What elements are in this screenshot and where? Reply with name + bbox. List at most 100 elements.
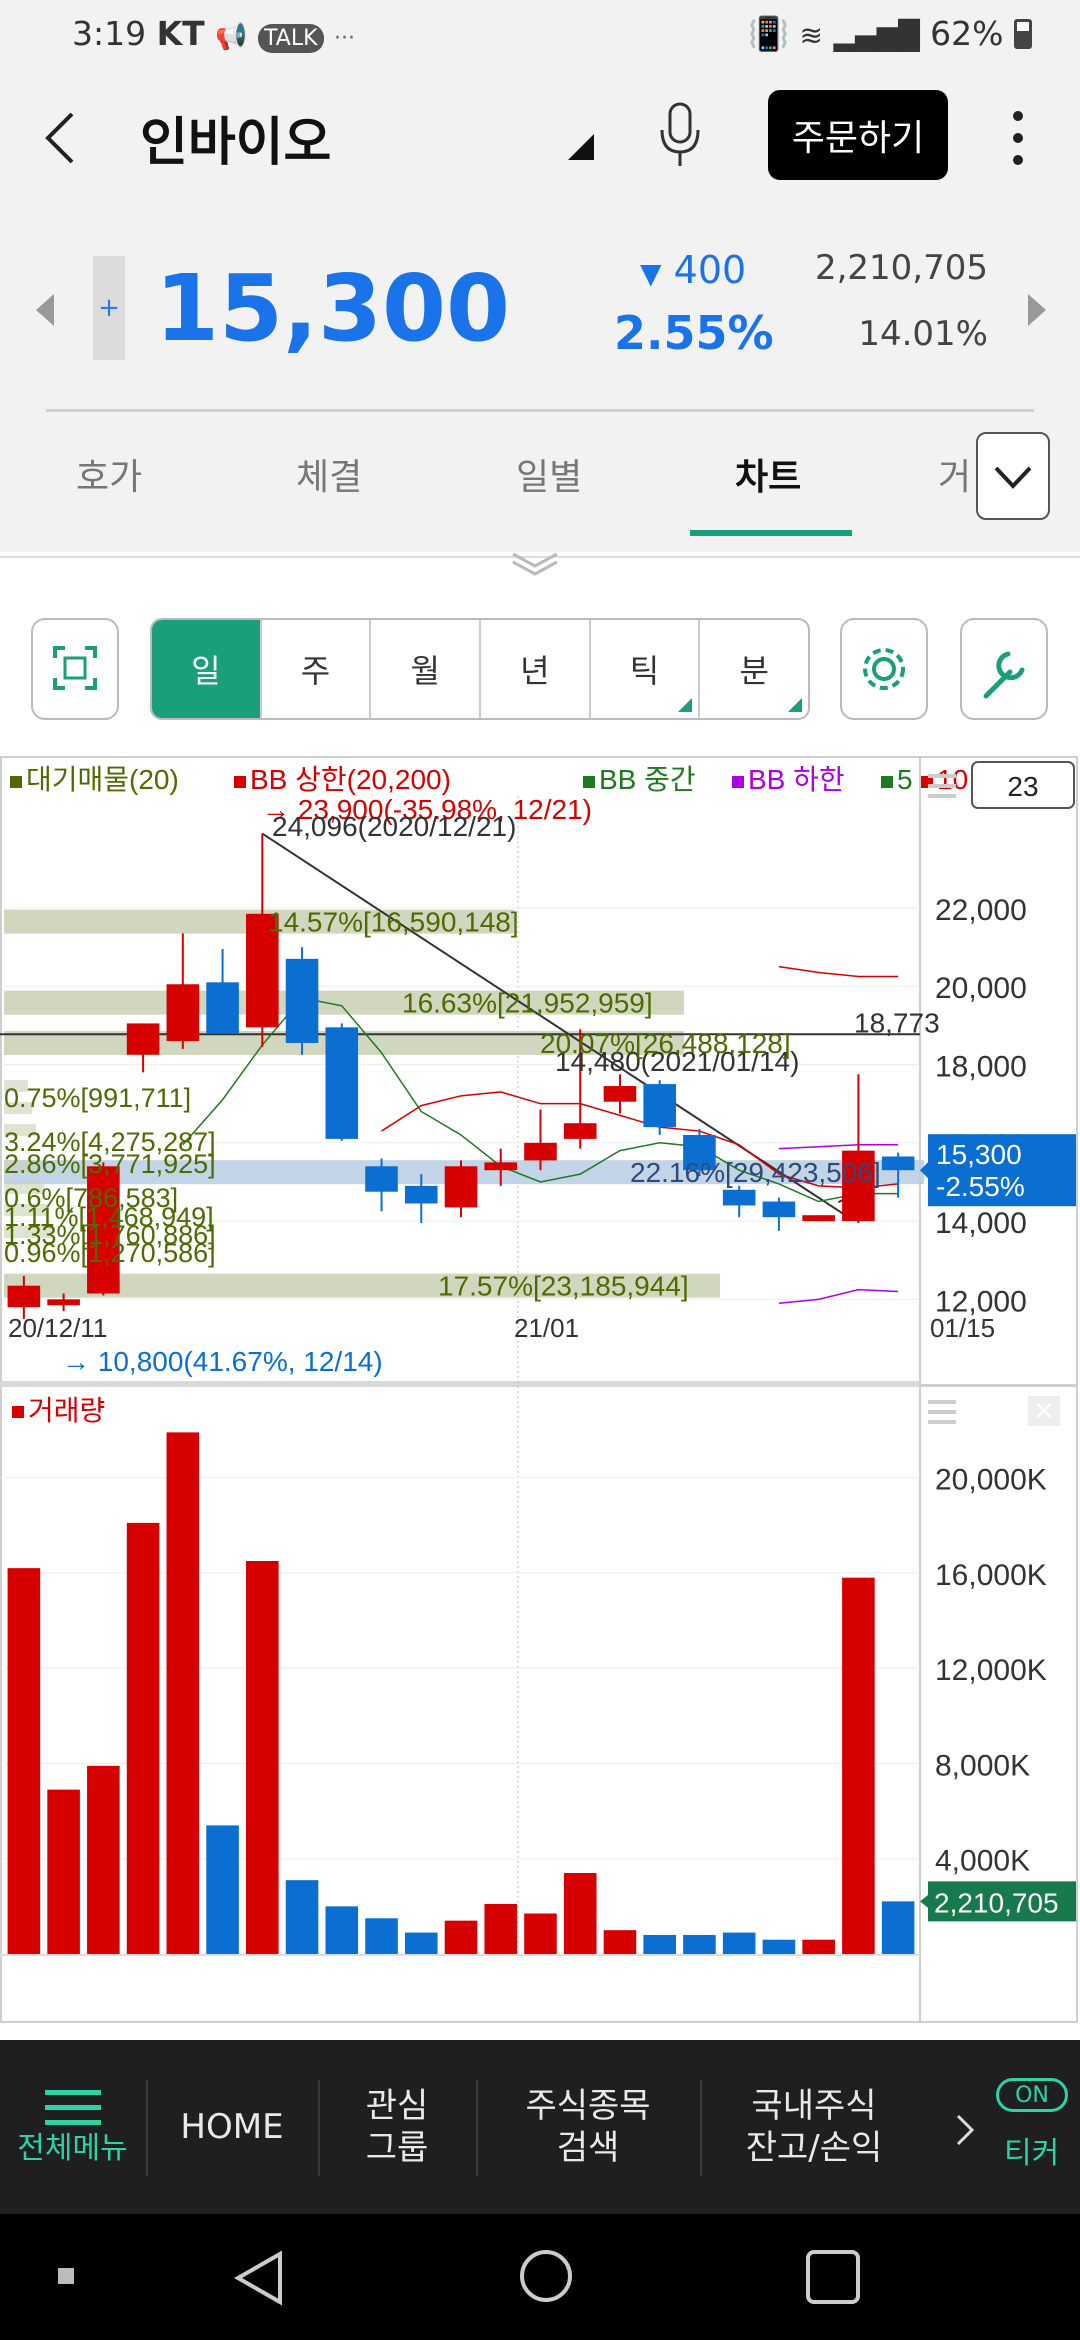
- triangle-dropdown-icon[interactable]: [566, 132, 596, 162]
- back-icon[interactable]: [40, 108, 80, 168]
- nav-home-icon[interactable]: [516, 2246, 576, 2306]
- tab-execution[interactable]: 체결: [296, 448, 362, 500]
- tabs-expand-button[interactable]: [976, 432, 1050, 520]
- volume-bar: [762, 1939, 796, 1954]
- ticker-toggle[interactable]: ON: [996, 2078, 1068, 2112]
- volume-tick-label: 16,000K: [935, 1559, 1047, 1592]
- legend-swatch: [10, 776, 22, 788]
- price-tick-label: 14,000: [935, 1207, 1027, 1240]
- period-month[interactable]: 월: [371, 620, 482, 718]
- status-bar: 3:19 KT 📢 TALK ··· 📳 ≋ ▂▄▆█ 62%: [0, 0, 1080, 72]
- period-year[interactable]: 년: [481, 620, 591, 718]
- legend-swatch: [583, 776, 595, 788]
- hamburger-icon: [44, 2090, 101, 2126]
- prev-stock-icon[interactable]: [34, 292, 58, 328]
- volume-bar: [325, 1906, 359, 1954]
- period-day[interactable]: 일: [152, 620, 262, 718]
- tab-chart[interactable]: 차트: [735, 448, 801, 500]
- bb-lower-line: [778, 1288, 899, 1305]
- legend-label: BB 하한: [748, 764, 845, 795]
- nav-recents-icon[interactable]: [804, 2248, 862, 2306]
- turnover-rate: 14.01%: [858, 314, 988, 354]
- volume-profile-label: 14.57%[16,590,148]: [268, 907, 519, 938]
- candle-body: [285, 958, 319, 1043]
- volume-bar: [285, 1880, 319, 1954]
- candle-body: [404, 1185, 438, 1204]
- volume-bar: [47, 1789, 80, 1954]
- candle-body: [166, 984, 200, 1042]
- candle-body: [524, 1142, 557, 1161]
- small-profile-label: 2.86%[3,771,925]: [4, 1149, 216, 1179]
- volume-bar: [444, 1920, 478, 1954]
- menu-watch-group[interactable]: 관심 그룹: [319, 2040, 475, 2214]
- menu-home[interactable]: HOME: [147, 2040, 317, 2214]
- change-rate: 2.55%: [614, 306, 774, 360]
- collapse-handle-icon[interactable]: [505, 548, 565, 578]
- chart-tools-button[interactable]: [960, 618, 1048, 720]
- candle-body: [126, 1023, 160, 1055]
- candle-body: [47, 1299, 80, 1306]
- menu-all[interactable]: 전체메뉴: [0, 2040, 145, 2214]
- menu-balance[interactable]: 국내주식 잔고/손익: [701, 2040, 927, 2214]
- volume-bar: [683, 1934, 716, 1954]
- volume-legend-swatch: [12, 1406, 24, 1418]
- candlestick-chart[interactable]: 22,00020,00018,00016,00014,00012,000대기매물…: [0, 756, 1080, 2026]
- volume-bar: [603, 1930, 637, 1954]
- volume-profile-label: 22.16%[29,423,506]: [630, 1157, 881, 1188]
- period-minute[interactable]: 분: [700, 620, 808, 718]
- legend-label: BB 상한(20,200): [250, 764, 451, 795]
- volume-bar: [643, 1934, 676, 1954]
- nav-dot-icon: [58, 2268, 74, 2284]
- pane-menu-icon: [928, 794, 956, 798]
- candle-body: [881, 1156, 915, 1171]
- legend-label: 10: [937, 764, 968, 795]
- tab-hoga[interactable]: 호가: [76, 448, 142, 500]
- volume-tick-label: 20,000K: [935, 1464, 1047, 1497]
- menu-ticker[interactable]: 티커: [1004, 2128, 1059, 2172]
- period-selector: 일 주 월 년 틱 분: [150, 618, 810, 720]
- volume-tag-arrow: [920, 1893, 930, 1910]
- candle-body: [7, 1285, 41, 1308]
- candle-body: [444, 1166, 478, 1208]
- volume-bar: [206, 1825, 239, 1954]
- microphone-icon[interactable]: [656, 100, 704, 170]
- price-change: ▼ 400: [640, 248, 747, 292]
- tab-daily[interactable]: 일별: [516, 448, 582, 500]
- trade-volume: 2,210,705: [814, 248, 988, 288]
- volume-bar: [802, 1939, 835, 1954]
- menu-stock-search[interactable]: 주식종목 검색: [477, 2040, 699, 2214]
- period-tick[interactable]: 틱: [591, 620, 701, 718]
- next-stock-icon[interactable]: [1024, 292, 1048, 328]
- chart-area[interactable]: 22,00020,00018,00016,00014,00012,000대기매물…: [0, 756, 1080, 2026]
- volume-bar: [246, 1561, 279, 1954]
- legend-swatch: [234, 776, 246, 788]
- stock-name[interactable]: 인바이오: [140, 100, 331, 175]
- candle-body: [325, 1027, 359, 1139]
- volume-tick-label: 12,000K: [935, 1654, 1047, 1687]
- nav-back-icon[interactable]: [232, 2248, 288, 2308]
- chart-settings-button[interactable]: [840, 618, 928, 720]
- vibrate-icon: 📳: [747, 14, 790, 53]
- volume-tick-label: 8,000K: [935, 1749, 1030, 1782]
- period-week[interactable]: 주: [262, 620, 372, 718]
- volume-bar: [881, 1901, 915, 1954]
- current-price-tag-rate: -2.55%: [936, 1171, 1025, 1202]
- candle-body: [643, 1084, 676, 1128]
- volume-profile-label: 16.63%[21,952,959]: [402, 988, 653, 1019]
- legend-swatch: [881, 776, 893, 788]
- price-tick-label: 22,000: [935, 894, 1027, 927]
- candle-body: [802, 1215, 835, 1222]
- fullscreen-button[interactable]: [31, 618, 119, 720]
- status-time: 3:19 KT 📢 TALK ···: [72, 14, 356, 53]
- tab-more[interactable]: 거: [938, 448, 971, 500]
- volume-tick-label: 4,000K: [935, 1845, 1030, 1878]
- more-vert-icon[interactable]: [1006, 108, 1030, 168]
- menu-scroll-right-icon[interactable]: [954, 2112, 978, 2148]
- plus-button[interactable]: +: [93, 256, 125, 360]
- talk-icon: TALK: [258, 24, 324, 53]
- volume-title: 거래량: [28, 1395, 105, 1426]
- battery-level: 62%: [930, 14, 1004, 53]
- price-tick-label: 20,000: [935, 972, 1027, 1005]
- candle-body: [603, 1086, 637, 1102]
- order-button[interactable]: 주문하기: [768, 90, 948, 180]
